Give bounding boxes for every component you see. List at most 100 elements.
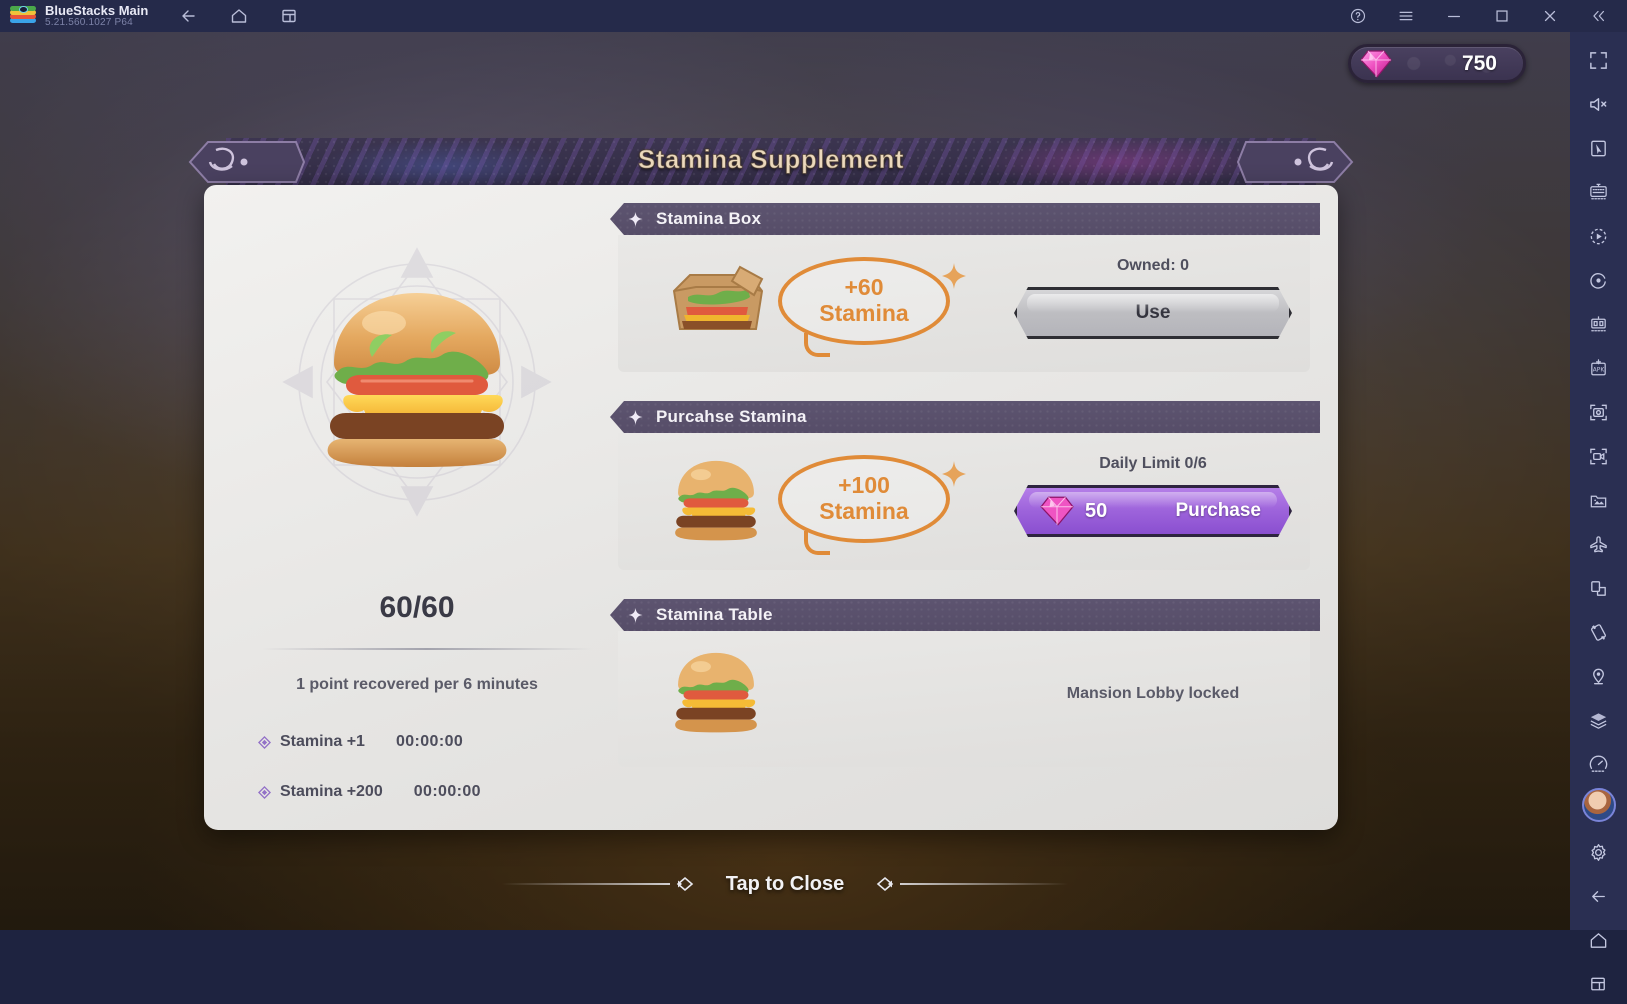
titlebar-window-controls xyxy=(1347,5,1609,27)
gear-icon[interactable] xyxy=(1579,832,1619,872)
gem-icon xyxy=(1359,49,1393,79)
timer-label: Stamina +200 xyxy=(280,783,383,800)
diamond-marker-icon xyxy=(670,876,700,892)
section-body: +60 Stamina Owned: 0 Use xyxy=(618,235,1310,372)
cursor-pointer-icon[interactable] xyxy=(1579,128,1619,168)
location-pin-icon[interactable] xyxy=(1579,656,1619,696)
sparkle-icon xyxy=(628,211,643,227)
stamina-bubble: +60 Stamina xyxy=(778,257,966,357)
diamond-icon xyxy=(258,785,271,799)
stamina-timer-row: Stamina +1 00:00:00 xyxy=(258,733,463,751)
bluestacks-tool-sidebar: APK xyxy=(1570,32,1627,990)
speaker-mute-icon[interactable] xyxy=(1579,84,1619,124)
hamburger-menu-icon[interactable] xyxy=(1395,5,1417,27)
maximize-icon[interactable] xyxy=(1491,5,1513,27)
diamond-icon xyxy=(258,735,271,749)
bluestacks-titlebar: BlueStacks Main 5.21.560.1027 P64 xyxy=(0,0,1627,32)
section-title: Purcahse Stamina xyxy=(656,407,807,426)
locked-label: Mansion Lobby locked xyxy=(1066,685,1240,702)
script-dot-icon[interactable] xyxy=(1579,260,1619,300)
stamina-overview-panel: 60/60 1 point recovered per 6 minutes St… xyxy=(218,193,616,823)
titlebar-nav-group xyxy=(178,5,300,27)
instance-manager-icon[interactable] xyxy=(1579,304,1619,344)
use-button[interactable]: Use xyxy=(1014,287,1292,339)
decorative-line-left xyxy=(501,883,670,885)
bluestacks-logo-icon xyxy=(10,5,36,27)
dialog-body: 60/60 1 point recovered per 6 minutes St… xyxy=(204,185,1338,830)
app-version: 5.21.560.1027 P64 xyxy=(45,16,133,28)
home-icon[interactable] xyxy=(1579,920,1619,960)
gem-icon xyxy=(1039,495,1075,527)
owned-label: Owned: 0 xyxy=(1116,257,1189,274)
double-chevron-left-icon[interactable] xyxy=(1587,5,1609,27)
bubble-unit: Stamina xyxy=(819,498,909,524)
svg-text:APK: APK xyxy=(1593,367,1605,373)
recovery-note: 1 point recovered per 6 minutes xyxy=(296,676,538,693)
camera-icon[interactable] xyxy=(1579,392,1619,432)
section-header: Purcahse Stamina xyxy=(610,401,1320,433)
play-record-icon[interactable] xyxy=(1579,216,1619,256)
burger-icon xyxy=(668,643,764,735)
purchase-button-label: Purchase xyxy=(1175,500,1261,521)
bubble-tail xyxy=(804,333,830,357)
keyboard-icon[interactable] xyxy=(1579,172,1619,212)
timer-value: 00:00:00 xyxy=(395,733,464,750)
burger-icon xyxy=(668,451,764,543)
resize-icon[interactable] xyxy=(1579,568,1619,608)
question-circle-icon[interactable] xyxy=(1347,5,1369,27)
layers-icon[interactable] xyxy=(1579,700,1619,740)
bubble-amount: +100 xyxy=(838,472,890,499)
close-icon[interactable] xyxy=(1539,5,1561,27)
dialog-title: Stamina Supplement xyxy=(637,144,905,175)
windows-stack-icon[interactable] xyxy=(1579,964,1619,1004)
section-title: Stamina Table xyxy=(656,605,773,624)
windows-stack-icon[interactable] xyxy=(278,5,300,27)
section-purchase-stamina: Purcahse Stamina +100 Stamina Daily Limi… xyxy=(610,401,1328,570)
media-folder-icon[interactable] xyxy=(1579,480,1619,520)
timer-value: 00:00:00 xyxy=(413,783,481,800)
fullscreen-icon[interactable] xyxy=(1579,40,1619,80)
stamina-timer-row: Stamina +200 00:00:00 xyxy=(258,783,481,801)
rotate-device-icon[interactable] xyxy=(1579,612,1619,652)
sparkle-icon xyxy=(942,461,966,487)
arrow-left-icon[interactable] xyxy=(178,5,200,27)
stamina-value: 60/60 xyxy=(379,591,455,624)
section-body: Mansion Lobby locked xyxy=(618,631,1310,767)
tap-to-close-bar[interactable]: Tap to Close xyxy=(0,854,1570,914)
dialog-banner: Stamina Supplement xyxy=(186,130,1356,188)
video-record-icon[interactable] xyxy=(1579,436,1619,476)
decorative-line-right xyxy=(900,883,1069,885)
stamina-bubble: +100 Stamina xyxy=(778,455,966,555)
burger-icon xyxy=(312,277,522,467)
tap-to-close-label: Tap to Close xyxy=(725,872,845,895)
avatar-icon[interactable] xyxy=(1581,788,1616,822)
use-button-label: Use xyxy=(1135,302,1171,323)
purchase-button[interactable]: 50 Purchase xyxy=(1014,485,1292,537)
section-header: Stamina Table xyxy=(610,599,1320,631)
minimize-icon[interactable] xyxy=(1443,5,1465,27)
daily-limit-label: Daily Limit 0/6 xyxy=(1099,455,1207,472)
diamond-marker-icon xyxy=(870,876,900,892)
purchase-price: 50 xyxy=(1085,499,1108,522)
airplane-icon[interactable] xyxy=(1579,524,1619,564)
bubble-tail xyxy=(804,531,830,555)
section-header: Stamina Box xyxy=(610,203,1320,235)
sparkle-icon xyxy=(942,263,966,289)
arrow-left-icon[interactable] xyxy=(1579,876,1619,916)
apk-plus-icon[interactable]: APK xyxy=(1579,348,1619,388)
section-stamina-table: Stamina Table Mansion Lobby locked xyxy=(610,599,1328,767)
sections-column: Stamina Box +60 Stamina Owned: 0 Use Pur… xyxy=(610,203,1328,767)
gem-amount: 750 xyxy=(1461,51,1497,75)
timer-label: Stamina +1 xyxy=(280,733,365,750)
bubble-unit: Stamina xyxy=(819,300,909,326)
section-body: +100 Stamina Daily Limit 0/6 50 Purchase xyxy=(618,433,1310,570)
app-title: BlueStacks Main xyxy=(45,2,149,18)
speedometer-icon[interactable] xyxy=(1579,744,1619,784)
home-icon[interactable] xyxy=(228,5,250,27)
divider xyxy=(262,648,592,650)
lunch-box-icon xyxy=(666,257,768,337)
game-viewport[interactable]: 750 Stamina Supplement 60/60 1 point rec… xyxy=(0,32,1570,930)
sparkle-icon xyxy=(628,607,643,623)
bubble-amount: +60 xyxy=(844,274,884,301)
gem-currency-pill[interactable]: 750 xyxy=(1348,44,1526,83)
